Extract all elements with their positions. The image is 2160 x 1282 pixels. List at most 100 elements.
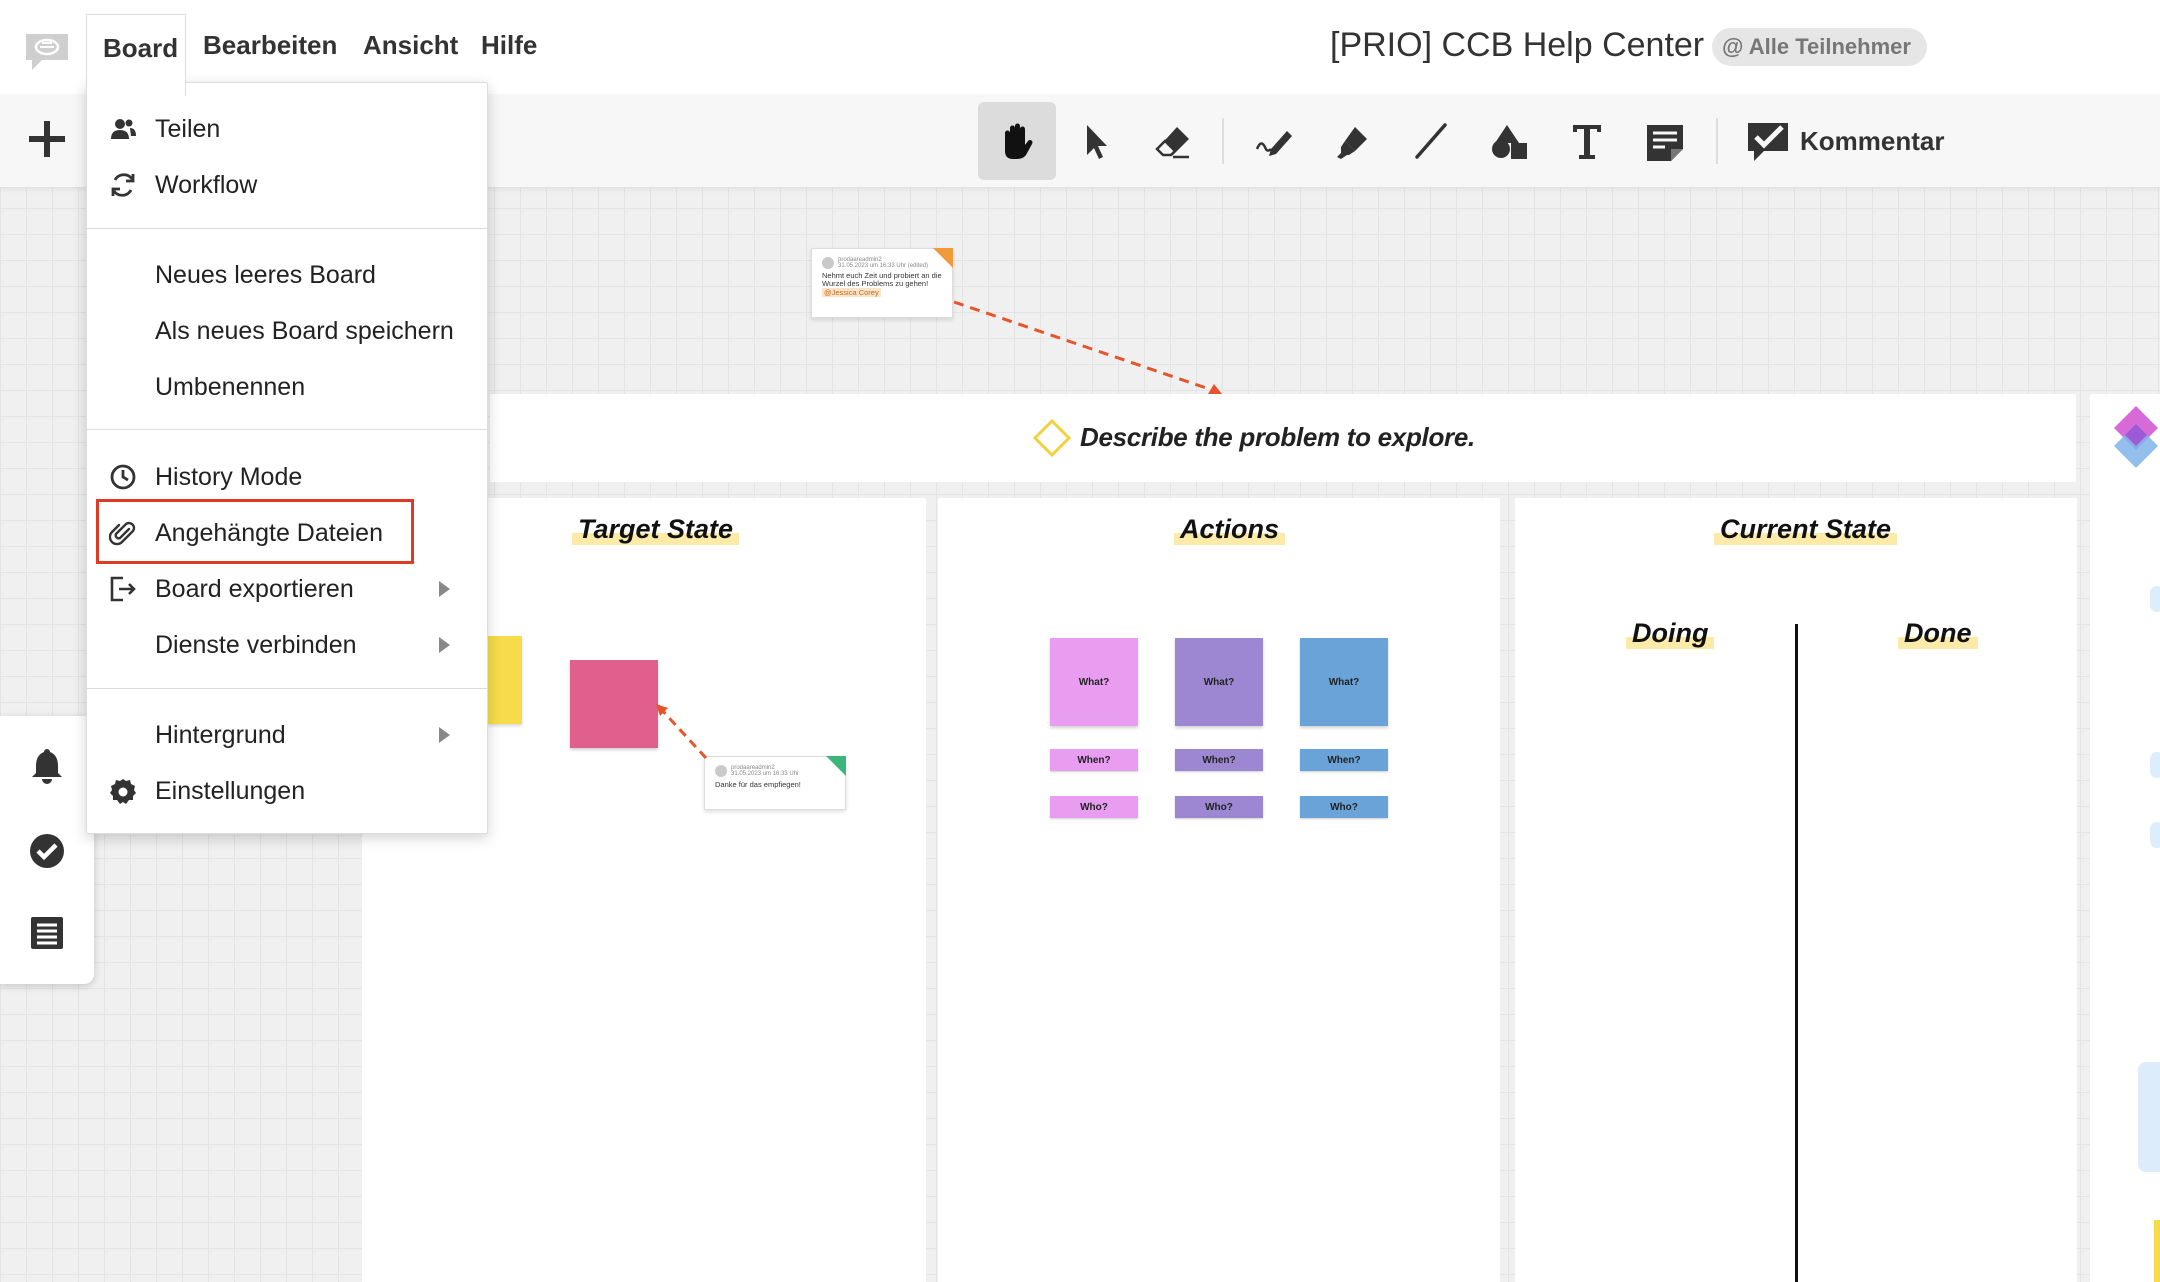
toolbar-separator <box>1222 118 1224 164</box>
menu-divider <box>87 688 487 689</box>
avatar <box>715 765 727 777</box>
sticky-what-purple[interactable]: What? <box>1175 638 1263 726</box>
menu-hilfe[interactable]: Hilfe <box>481 30 537 61</box>
menu-item-connect-services[interactable]: Dienste verbinden <box>87 619 487 671</box>
comment-connector-bottom <box>656 704 708 760</box>
menu-item-label: Einstellungen <box>155 776 306 805</box>
text-tool[interactable] <box>1548 102 1626 180</box>
actions-panel[interactable] <box>938 498 1500 1282</box>
sticky-who-purple[interactable]: Who? <box>1175 796 1263 818</box>
highlighter-icon <box>1337 127 1367 159</box>
check-circle-icon[interactable] <box>28 832 66 870</box>
problem-prompt: Describe the problem to explore. <box>1080 422 1475 452</box>
hand-icon <box>1005 123 1033 159</box>
menu-ansicht[interactable]: Ansicht <box>363 30 458 61</box>
board-title[interactable]: [PRIO] CCB Help Center <box>1330 26 1704 65</box>
menu-item-label: Hintergrund <box>155 720 286 749</box>
eraser-icon <box>1155 127 1189 159</box>
menu-item-settings[interactable]: Einstellungen <box>87 765 487 817</box>
sticky-note-rose[interactable] <box>570 660 658 748</box>
menu-item-label: Dienste verbinden <box>155 630 357 659</box>
board-menu-dropdown: Teilen Workflow Neues leeres Board Als n… <box>86 82 488 834</box>
comment-date: 31.05.2023 um 16:33 Uhr (edited) <box>838 263 929 269</box>
comment-flag-green <box>826 756 846 776</box>
menu-item-label: Als neues Board speichern <box>155 316 454 345</box>
menu-item-export-board[interactable]: Board exportieren <box>87 563 487 615</box>
right-edge-blue-block <box>2138 1062 2160 1172</box>
menu-item-save-as-new[interactable]: Als neues Board speichern <box>87 305 487 357</box>
comment-flag-orange <box>933 248 953 268</box>
diamond-icon <box>1032 418 1072 458</box>
menu-item-label: Workflow <box>155 170 258 199</box>
subcolumn-done: Done <box>1898 618 1978 649</box>
workflow-cycle-icon <box>111 173 135 197</box>
current-state-divider <box>1795 624 1798 1282</box>
sticky-note-yellow[interactable] <box>488 636 522 724</box>
eraser-tool[interactable] <box>1134 102 1212 180</box>
menu-item-label: Board exportieren <box>155 574 354 603</box>
sticky-who-blue[interactable]: Who? <box>1300 796 1388 818</box>
gear-icon <box>110 779 136 804</box>
comment-card-bottom[interactable]: prodaareadmin2 31.05.2023 um 16:33 Uhr D… <box>704 756 846 810</box>
line-icon <box>1415 123 1447 159</box>
right-edge-dot <box>2150 752 2160 778</box>
menu-divider <box>87 429 487 430</box>
sticky-note-icon <box>1647 125 1683 161</box>
sticky-when-purple[interactable]: When? <box>1175 749 1263 771</box>
layers-diamond-icon <box>2114 406 2158 468</box>
column-title-current: Current State <box>1714 514 1898 545</box>
line-tool[interactable] <box>1392 102 1470 180</box>
select-tool[interactable] <box>1056 102 1134 180</box>
menu-item-teilen[interactable]: Teilen <box>87 103 487 155</box>
comment-mention[interactable]: @Jessica Corey <box>822 288 881 297</box>
right-edge-yellow-block <box>2154 1220 2160 1282</box>
pen-icon <box>1255 131 1292 156</box>
menu-item-label: History Mode <box>155 462 303 491</box>
menu-item-label: Neues leeres Board <box>155 260 376 289</box>
sticky-what-pink[interactable]: What? <box>1050 638 1138 726</box>
sticky-who-pink[interactable]: Who? <box>1050 796 1138 818</box>
add-button[interactable] <box>26 118 68 160</box>
comment-tool-label: Kommentar <box>1800 125 1945 156</box>
comment-card-top[interactable]: prodaareadmin2 31.05.2023 um 16:33 Uhr (… <box>811 248 953 318</box>
shapes-icon <box>1492 125 1527 159</box>
menu-bearbeiten[interactable]: Bearbeiten <box>203 30 337 61</box>
sticky-what-blue[interactable]: What? <box>1300 638 1388 726</box>
menu-item-workflow[interactable]: Workflow <box>87 159 487 211</box>
shapes-tool[interactable] <box>1470 102 1548 180</box>
sticky-when-pink[interactable]: When? <box>1050 749 1138 771</box>
menu-item-background[interactable]: Hintergrund <box>87 709 487 761</box>
select-arrow-icon <box>1087 125 1107 159</box>
export-icon <box>110 576 136 602</box>
submenu-arrow-icon <box>439 727 450 743</box>
column-title-target: Target State <box>572 514 740 545</box>
comment-check-icon <box>1748 123 1788 161</box>
pen-tool[interactable] <box>1236 102 1314 180</box>
menu-divider <box>87 228 487 229</box>
column-title-actions: Actions <box>1174 514 1286 545</box>
sticky-note-tool[interactable] <box>1626 102 1704 180</box>
text-icon <box>1573 125 1601 159</box>
comment-tool[interactable]: Kommentar <box>1746 116 1944 166</box>
menu-item-new-board[interactable]: Neues leeres Board <box>87 249 487 301</box>
menu-item-history-mode[interactable]: History Mode <box>87 451 487 503</box>
highlighter-tool[interactable] <box>1314 102 1392 180</box>
participants-filter[interactable]: @ Alle Teilnehmer <box>1712 28 1927 66</box>
hand-tool[interactable] <box>978 102 1056 180</box>
highlight-annotation <box>96 499 414 564</box>
submenu-arrow-icon <box>439 637 450 653</box>
submenu-arrow-icon <box>439 581 450 597</box>
share-people-icon <box>111 119 136 139</box>
subcolumn-doing: Doing <box>1626 618 1715 649</box>
right-edge-dot <box>2150 822 2160 848</box>
menu-item-label: Teilen <box>155 114 221 143</box>
sticky-when-blue[interactable]: When? <box>1300 749 1388 771</box>
comment-date: 31.05.2023 um 16:33 Uhr <box>731 771 800 777</box>
app-logo-icon <box>26 34 68 70</box>
menu-board[interactable]: Board <box>86 14 186 96</box>
list-icon[interactable] <box>28 914 66 952</box>
comment-text: Nehmt euch Zeit und probiert an die Wurz… <box>822 271 942 288</box>
menu-item-rename[interactable]: Umbenennen <box>87 361 487 413</box>
bell-icon[interactable] <box>28 746 66 784</box>
right-edge-dot <box>2150 586 2160 612</box>
